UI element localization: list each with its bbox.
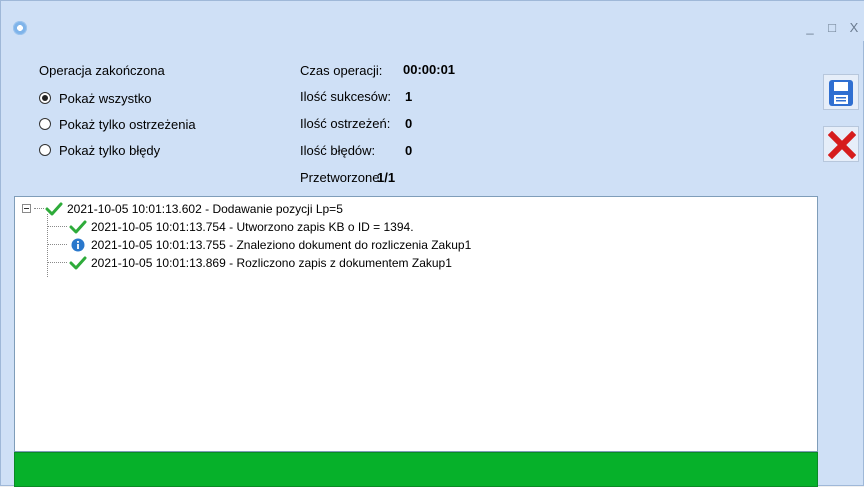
tree-connector — [47, 244, 67, 245]
warnings-label: Ilość ostrzeżeń: — [300, 116, 391, 131]
log-text: 2021-10-05 10:01:13.869 - Rozliczono zap… — [91, 255, 452, 270]
processed-label: Przetworzone: — [300, 170, 384, 185]
collapse-icon[interactable] — [22, 204, 31, 213]
checkmark-icon — [69, 220, 87, 233]
save-icon — [829, 80, 853, 106]
operation-result-window: _ □ X Operacja zakończona Pokaż wszystko… — [0, 0, 864, 487]
log-root-item[interactable]: 2021-10-05 10:01:13.602 - Dodawanie pozy… — [22, 200, 343, 217]
status-panel: Operacja zakończona Pokaż wszystko Pokaż… — [1, 41, 864, 197]
radio-show-warnings[interactable]: Pokaż tylko ostrzeżenia — [39, 115, 196, 133]
maximize-button[interactable]: □ — [821, 19, 843, 37]
title-bar: _ □ X — [1, 1, 864, 41]
tree-connector — [34, 208, 44, 209]
radio-button[interactable] — [39, 144, 51, 156]
group-label: Operacja zakończona — [39, 63, 165, 78]
log-child-item[interactable]: 2021-10-05 10:01:13.755 - Znaleziono dok… — [47, 236, 471, 253]
log-text: 2021-10-05 10:01:13.754 - Utworzono zapi… — [91, 219, 414, 234]
processed-value: 1/1 — [377, 170, 396, 185]
close-button[interactable]: X — [843, 19, 864, 37]
log-child-item[interactable]: 2021-10-05 10:01:13.869 - Rozliczono zap… — [47, 254, 452, 271]
window-controls: _ □ X — [799, 19, 864, 37]
info-icon — [71, 238, 85, 251]
success-label: Ilość sukcesów: — [300, 89, 392, 104]
time-value: 00:00:01 — [403, 62, 456, 77]
log-text: 2021-10-05 10:01:13.755 - Znaleziono dok… — [91, 237, 472, 252]
save-button[interactable] — [823, 74, 859, 110]
checkmark-icon — [69, 256, 87, 269]
errors-value: 0 — [405, 143, 413, 158]
minimize-button[interactable]: _ — [799, 19, 821, 37]
radio-label: Pokaż tylko błędy — [59, 142, 161, 158]
time-label: Czas operacji: — [300, 63, 383, 78]
log-text: 2021-10-05 10:01:13.602 - Dodawanie pozy… — [67, 201, 343, 216]
log-tree[interactable]: 2021-10-05 10:01:13.602 - Dodawanie pozy… — [14, 196, 818, 452]
delete-icon — [828, 131, 856, 159]
checkmark-icon — [45, 202, 63, 215]
delete-button[interactable] — [823, 126, 859, 162]
app-icon — [13, 21, 27, 35]
tree-connector — [47, 226, 67, 227]
success-value: 1 — [405, 89, 413, 104]
log-child-item[interactable]: 2021-10-05 10:01:13.754 - Utworzono zapi… — [47, 218, 414, 235]
radio-label: Pokaż tylko ostrzeżenia — [59, 116, 196, 132]
progress-bar — [14, 452, 818, 487]
tree-connector — [47, 262, 67, 263]
radio-button[interactable] — [39, 92, 51, 104]
radio-label: Pokaż wszystko — [59, 90, 152, 106]
radio-show-all[interactable]: Pokaż wszystko — [39, 89, 151, 107]
radio-button[interactable] — [39, 118, 51, 130]
warnings-value: 0 — [405, 116, 413, 131]
radio-show-errors[interactable]: Pokaż tylko błędy — [39, 141, 160, 159]
errors-label: Ilość błędów: — [300, 143, 376, 158]
